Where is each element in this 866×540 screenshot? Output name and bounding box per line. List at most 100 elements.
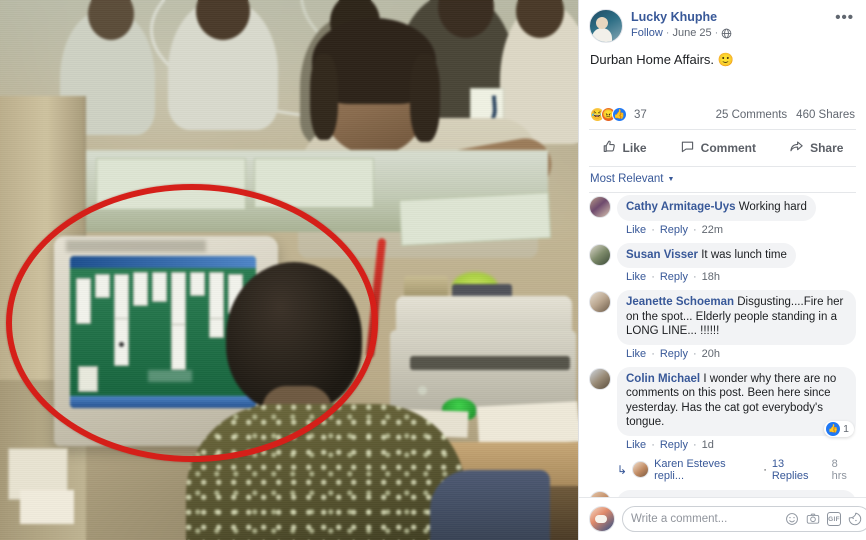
comment-body: Susan Visser It was lunch time Like · Re… — [617, 242, 856, 283]
emoji-icon[interactable] — [785, 512, 799, 526]
comment-sort-dropdown[interactable]: Most Relevant ▼ — [579, 167, 866, 192]
comment-like-count: 1 — [843, 422, 849, 435]
printer-power-button — [418, 386, 427, 395]
commenter-avatar[interactable] — [589, 367, 611, 390]
comment-sort-label: Most Relevant — [590, 173, 664, 185]
globe-icon[interactable] — [721, 28, 732, 39]
comment-reply-link[interactable]: Reply — [660, 348, 688, 360]
post-menu-button[interactable]: ••• — [831, 9, 856, 25]
shares-count[interactable]: 460 Shares — [796, 109, 855, 121]
comment-item: Susan Visser It was lunch time Like · Re… — [589, 242, 856, 283]
clerk-body — [186, 404, 466, 540]
comments-count[interactable]: 25 Comments — [716, 109, 788, 121]
post-action-bar: Like Comment Share — [579, 130, 866, 166]
facebook-sidebar: Lucky Khuphe Follow · June 25 · ••• Durb… — [578, 0, 866, 540]
commenter-name[interactable]: Susan Visser — [626, 249, 698, 261]
comments-list: Cathy Armitage-Uys Working hard Like · R… — [579, 193, 866, 497]
post-counts: 25 Comments 460 Shares — [716, 109, 855, 121]
commenter-name[interactable]: Jeanette Schoeman — [626, 296, 734, 308]
counter-form-1 — [96, 158, 246, 210]
comment-actions: Like · Reply · 20h — [626, 348, 856, 360]
share-button[interactable]: Share — [783, 137, 849, 159]
comment-input[interactable] — [631, 513, 785, 525]
sep: · — [692, 223, 697, 236]
commenter-avatar[interactable] — [589, 490, 611, 497]
desk-paper-1 — [477, 401, 578, 447]
poster-meta: Lucky Khuphe Follow · June 25 · — [631, 9, 831, 41]
comment-text: Working hard — [738, 201, 807, 213]
comment-input-wrapper[interactable]: GIF — [622, 506, 866, 532]
replier-name[interactable]: Karen Esteves repli... — [654, 458, 758, 482]
replies-count[interactable]: 13 Replies — [772, 458, 824, 482]
sep: · — [651, 223, 655, 236]
poster-name[interactable]: Lucky Khuphe — [631, 10, 831, 25]
comment-item: Cathy Armitage-Uys Working hard Like · R… — [589, 195, 856, 236]
customer-hair-right — [410, 54, 440, 142]
replier-avatar[interactable] — [632, 461, 650, 478]
comment-actions: Like · Reply · 1d — [626, 439, 856, 451]
comment-bubble-partial — [617, 489, 856, 497]
comment-like-link[interactable]: Like — [626, 439, 646, 451]
poster-avatar[interactable] — [589, 9, 623, 43]
comment-item: Colin Michael I wonder why there are no … — [589, 366, 856, 451]
solitaire-card — [171, 324, 186, 370]
reply-arrow-icon: ↳ — [617, 462, 628, 477]
gif-icon[interactable]: GIF — [827, 512, 841, 526]
like-button[interactable]: Like — [596, 137, 653, 159]
comment-bubble: Susan Visser It was lunch time — [617, 242, 796, 268]
post-spacer — [579, 76, 866, 104]
separator-dot: · — [665, 27, 670, 39]
post-message-text: Durban Home Affairs. — [590, 52, 715, 67]
comment-composer: GIF — [579, 497, 866, 540]
comment-like-link[interactable]: Like — [626, 348, 646, 360]
post-scroll-area[interactable]: Lucky Khuphe Follow · June 25 · ••• Durb… — [579, 0, 866, 497]
view-replies-row[interactable]: ↳ Karen Esteves repli... · 13 Replies 8 … — [617, 458, 856, 482]
thumbs-up-badge-icon: 👍 — [826, 421, 841, 436]
solitaire-card-pip — [119, 342, 124, 347]
comment-button[interactable]: Comment — [674, 137, 762, 159]
comment-reply-link[interactable]: Reply — [660, 224, 688, 236]
solitaire-card — [209, 318, 224, 338]
sep: · — [651, 347, 655, 360]
comment-like-badge[interactable]: 👍 1 — [824, 420, 854, 437]
follow-link[interactable]: Follow — [631, 26, 663, 41]
solitaire-card — [190, 272, 205, 296]
solitaire-foundation-card — [78, 366, 98, 392]
comment-bubble: Jeanette Schoeman Disgusting....Fire her… — [617, 290, 856, 345]
comment-timestamp: 20h — [701, 347, 721, 360]
comment-body: Colin Michael I wonder why there are no … — [617, 366, 856, 451]
reaction-like-icon: 👍 — [612, 107, 627, 122]
foreground-person-shoulder — [430, 470, 550, 540]
windows-taskbar — [70, 396, 256, 408]
comment-item-partial — [589, 489, 856, 497]
app-root: Lucky Khuphe Follow · June 25 · ••• Durb… — [0, 0, 866, 540]
post-emoji: 🙂 — [717, 52, 734, 67]
like-button-label: Like — [622, 141, 647, 155]
comment-reply-link[interactable]: Reply — [660, 271, 688, 283]
post-photo[interactable] — [0, 0, 578, 540]
comment-like-link[interactable]: Like — [626, 224, 646, 236]
commenter-avatar[interactable] — [589, 243, 611, 266]
reactions-row: 😂 😠 👍 37 25 Comments 460 Shares — [579, 104, 866, 129]
comment-button-label: Comment — [700, 141, 756, 155]
reaction-icons: 😂 😠 👍 — [590, 107, 627, 122]
post-date[interactable]: June 25 — [672, 26, 711, 41]
monitor-brand-label — [66, 240, 206, 252]
comment-like-link[interactable]: Like — [626, 271, 646, 283]
commenter-avatar[interactable] — [589, 291, 611, 313]
camera-icon[interactable] — [806, 512, 820, 526]
thumbs-up-icon — [602, 139, 617, 157]
commenter-name[interactable]: Colin Michael — [626, 373, 700, 385]
reaction-summary[interactable]: 😂 😠 👍 37 — [590, 107, 647, 122]
sticker-icon[interactable] — [848, 512, 862, 526]
solitaire-status-text — [148, 370, 192, 382]
comment-body: Cathy Armitage-Uys Working hard Like · R… — [617, 195, 856, 236]
reaction-count: 37 — [634, 108, 647, 121]
commenter-avatar[interactable] — [589, 196, 611, 218]
commenter-name[interactable]: Cathy Armitage-Uys — [626, 201, 736, 213]
post-message: Durban Home Affairs. 🙂 — [579, 47, 866, 76]
comment-reply-link[interactable]: Reply — [660, 439, 688, 451]
current-user-avatar[interactable] — [589, 506, 615, 532]
comment-timestamp: 18h — [701, 271, 721, 283]
comment-bubble: Colin Michael I wonder why there are no … — [617, 366, 856, 436]
